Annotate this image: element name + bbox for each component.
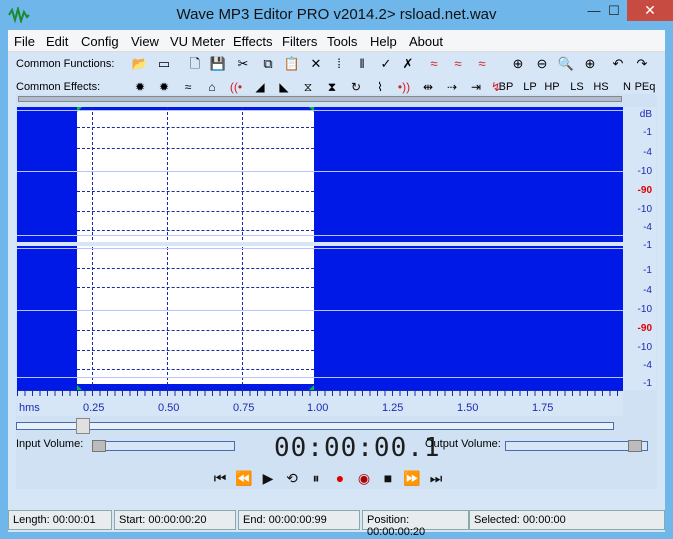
- wave1-icon[interactable]: ≈: [424, 54, 444, 74]
- menu-help[interactable]: Help: [370, 34, 397, 49]
- db-unit-label: dB: [639, 109, 652, 120]
- db-label: -4: [643, 360, 652, 371]
- ruler-tick: 1.50: [457, 402, 479, 414]
- db-label: -1: [643, 127, 652, 138]
- save-icon[interactable]: 💾: [208, 54, 228, 74]
- copy-icon[interactable]: ⧉: [258, 54, 278, 74]
- db-label: -10: [637, 204, 652, 215]
- menu-filters[interactable]: Filters: [282, 34, 317, 49]
- common-effects-label: Common Effects:: [16, 81, 101, 93]
- time-ruler: hms 0.25 0.50 0.75 1.00 1.25 1.50 1.75: [17, 390, 623, 416]
- menu-config[interactable]: Config: [81, 34, 119, 49]
- db-label: -1: [643, 378, 652, 389]
- loop-play-icon[interactable]: ⟲: [282, 468, 302, 488]
- status-selected: Selected: 00:00:00: [469, 510, 665, 530]
- zoom-full-icon[interactable]: ⊕: [580, 54, 600, 74]
- maximize-button[interactable]: ☐: [600, 0, 628, 21]
- uncheck-icon[interactable]: ✗: [398, 54, 418, 74]
- zoom-icon[interactable]: 🔍: [556, 54, 576, 74]
- db-label: -4: [643, 147, 652, 158]
- wave2-icon[interactable]: ≈: [448, 54, 468, 74]
- waveform-view[interactable]: [17, 107, 623, 390]
- time-display: 00:00:00.1: [274, 433, 441, 463]
- scrollbar-thumb[interactable]: [76, 418, 90, 434]
- new-file-icon[interactable]: 🗋: [185, 54, 205, 74]
- db-label: -10: [637, 342, 652, 353]
- close-button[interactable]: ✕: [627, 0, 673, 21]
- open-folder-icon[interactable]: 📂: [130, 54, 150, 74]
- paste-icon[interactable]: 📋: [282, 54, 302, 74]
- stop-icon[interactable]: ■: [378, 468, 398, 488]
- record-icon[interactable]: ●: [330, 468, 350, 488]
- pause-icon[interactable]: ⏸: [306, 468, 326, 488]
- ruler-tick: 1.00: [307, 402, 329, 414]
- input-volume-knob[interactable]: [92, 440, 106, 452]
- menu-edit[interactable]: Edit: [46, 34, 68, 49]
- menu-tools[interactable]: Tools: [327, 34, 357, 49]
- db-label: -4: [643, 285, 652, 296]
- skip-start-icon[interactable]: ⏮: [210, 468, 230, 488]
- zoom-in-icon[interactable]: ⊕: [508, 54, 528, 74]
- overview-bar[interactable]: [18, 96, 622, 102]
- db-label: -1: [643, 265, 652, 276]
- skip-end-icon[interactable]: ⏭: [426, 468, 446, 488]
- trim-icon[interactable]: ✕: [306, 54, 326, 74]
- input-volume-slider[interactable]: [92, 441, 235, 451]
- menu-effects[interactable]: Effects: [233, 34, 273, 49]
- check-icon[interactable]: ✓: [376, 54, 396, 74]
- db-label: -10: [637, 304, 652, 315]
- app-client: File Edit Config View VU Meter Effects F…: [8, 30, 665, 538]
- db-label: -90: [637, 323, 652, 334]
- ruler-unit: hms: [19, 402, 40, 414]
- status-position: Position: 00:00:00:20: [362, 510, 469, 538]
- db-label: -10: [637, 166, 652, 177]
- zoom-out-icon[interactable]: ⊖: [532, 54, 552, 74]
- cut-icon[interactable]: ✂: [233, 54, 253, 74]
- ruler-tick: 0.75: [233, 402, 255, 414]
- undo-icon[interactable]: ↶: [608, 54, 628, 74]
- marker-icon[interactable]: ‖: [352, 54, 372, 74]
- menu-bar: File Edit Config View VU Meter Effects F…: [8, 30, 665, 52]
- blank-icon[interactable]: ▭: [154, 54, 174, 74]
- db-scale: dB -1 -4 -10 -90 -10 -4 -1 -1 -4 -10 -90…: [623, 107, 656, 390]
- menu-about[interactable]: About: [409, 34, 443, 49]
- horizontal-scrollbar[interactable]: [16, 422, 614, 430]
- title-bar: Wave MP3 Editor PRO v2014.2> rsload.net.…: [0, 0, 673, 30]
- common-functions-label: Common Functions:: [16, 58, 115, 70]
- db-label: -90: [637, 185, 652, 196]
- input-volume-label: Input Volume:: [16, 438, 84, 450]
- output-volume-knob[interactable]: [627, 440, 642, 452]
- redo-icon[interactable]: ↷: [632, 54, 652, 74]
- status-start: Start: 00:00:00:20: [114, 510, 236, 530]
- select-icon[interactable]: ⁞: [329, 54, 349, 74]
- menu-file[interactable]: File: [14, 34, 35, 49]
- record-stop-icon[interactable]: ◉: [354, 468, 374, 488]
- menu-vu-meter[interactable]: VU Meter: [170, 34, 225, 49]
- menu-view[interactable]: View: [131, 34, 159, 49]
- output-volume-label: Output Volume:: [425, 438, 501, 450]
- rewind-icon[interactable]: ⏪: [234, 468, 254, 488]
- ruler-tick: 1.75: [532, 402, 554, 414]
- output-volume-slider[interactable]: [505, 441, 648, 451]
- forward-icon[interactable]: ⏩: [402, 468, 422, 488]
- ruler-tick: 0.25: [83, 402, 105, 414]
- wave3-icon[interactable]: ≈: [472, 54, 492, 74]
- db-label: -1: [643, 240, 652, 251]
- play-icon[interactable]: ▶: [258, 468, 278, 488]
- status-length: Length: 00:00:01: [8, 510, 112, 530]
- window-title: Wave MP3 Editor PRO v2014.2> rsload.net.…: [176, 6, 497, 23]
- db-label: -4: [643, 222, 652, 233]
- status-end: End: 00:00:00:99: [238, 510, 360, 530]
- ruler-tick: 1.25: [382, 402, 404, 414]
- ruler-tick: 0.50: [158, 402, 180, 414]
